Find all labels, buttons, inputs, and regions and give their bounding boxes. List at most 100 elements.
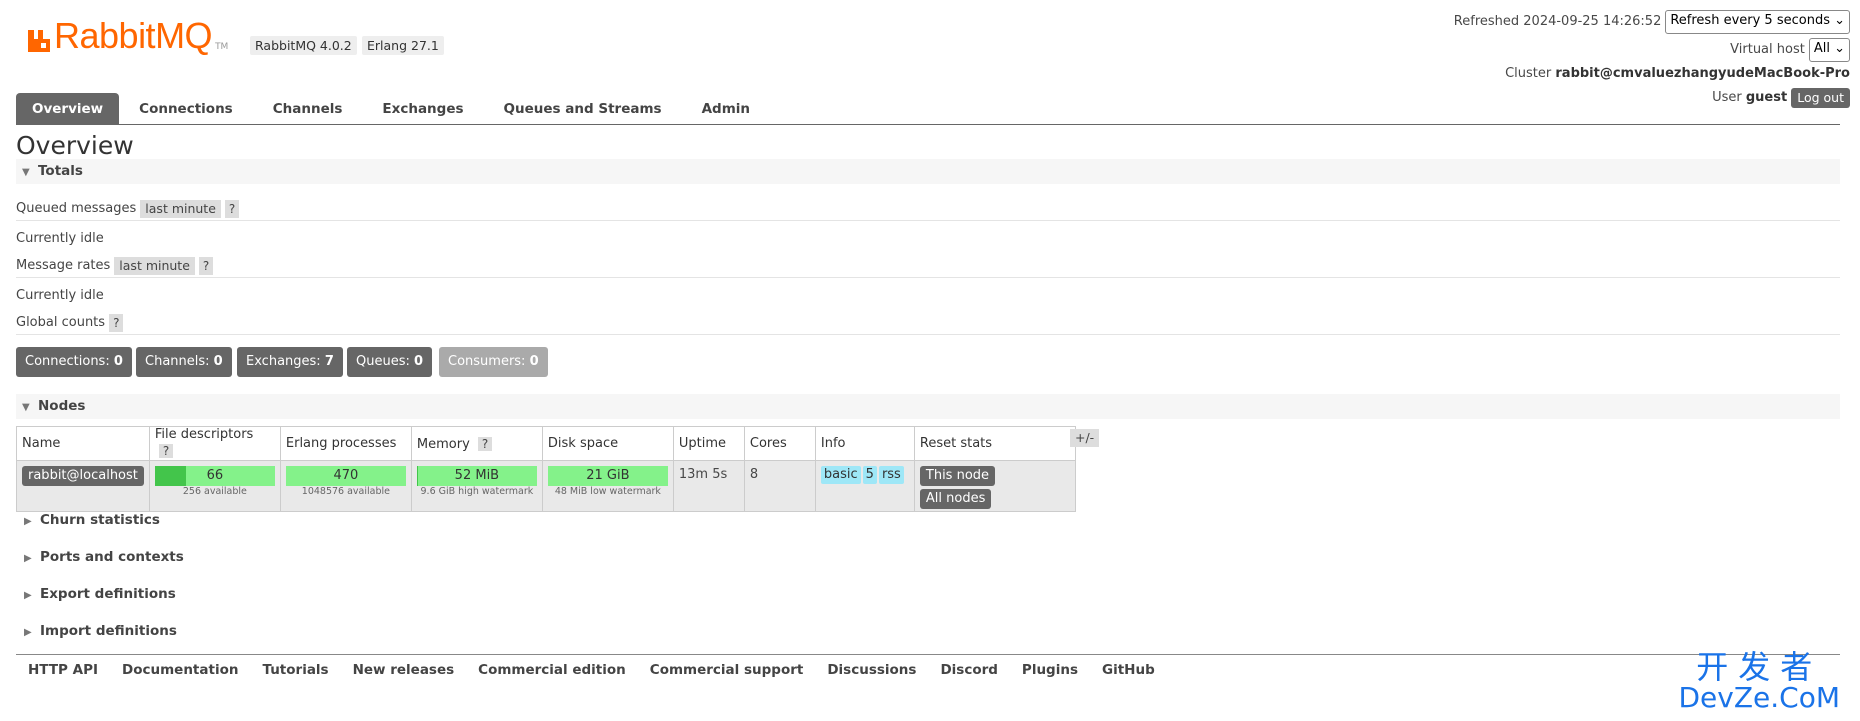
refreshed-timestamp: Refreshed 2024-09-25 14:26:52 xyxy=(1453,14,1662,29)
footer-link-http-api[interactable]: HTTP API xyxy=(28,662,98,678)
rabbit-logo-icon xyxy=(26,28,52,54)
channels-count-button[interactable]: Channels: 0 xyxy=(136,347,232,377)
fd-help-button[interactable]: ? xyxy=(158,444,174,458)
divider xyxy=(16,334,1840,335)
footer-link-new-releases[interactable]: New releases xyxy=(353,662,455,678)
ports-and-contexts-section[interactable]: ▶ Ports and contexts xyxy=(16,547,184,567)
footer-links: HTTP API Documentation Tutorials New rel… xyxy=(28,662,1179,678)
consumers-count-button[interactable]: Consumers: 0 xyxy=(439,347,548,377)
erlang-version-badge: Erlang 27.1 xyxy=(362,36,444,55)
divider xyxy=(16,220,1840,221)
footer-link-tutorials[interactable]: Tutorials xyxy=(262,662,328,678)
col-name: Name xyxy=(16,426,150,461)
tab-exchanges[interactable]: Exchanges xyxy=(362,93,483,124)
tab-connections[interactable]: Connections xyxy=(119,93,253,124)
footer-divider xyxy=(16,654,1840,655)
global-counts-label: Global counts xyxy=(16,315,106,330)
page-title: Overview xyxy=(16,131,134,160)
cell-reset-stats: This node All nodes xyxy=(913,460,1076,512)
connections-count-button[interactable]: Connections: 0 xyxy=(16,347,132,377)
expanded-triangle-icon: ▼ xyxy=(22,402,30,413)
cell-uptime: 13m 5s xyxy=(672,460,745,512)
col-erlang-processes: Erlang processes xyxy=(279,426,412,461)
trademark: TM xyxy=(215,42,229,52)
rabbitmq-version-badge: RabbitMQ 4.0.2 xyxy=(250,36,357,55)
queued-messages-row: Queued messages last minute ? xyxy=(16,199,240,219)
queued-messages-label: Queued messages xyxy=(16,201,137,216)
import-definitions-section[interactable]: ▶ Import definitions xyxy=(16,621,177,641)
col-file-descriptors: File descriptors ? xyxy=(148,426,281,461)
virtual-host-select[interactable]: All ⌄ xyxy=(1808,38,1850,62)
col-disk-space: Disk space xyxy=(541,426,674,461)
queued-range-selector[interactable]: last minute xyxy=(140,200,221,218)
footer-link-github[interactable]: GitHub xyxy=(1102,662,1155,678)
fd-usage-bar: 66 xyxy=(154,466,275,486)
node-name-link[interactable]: rabbit@localhost xyxy=(22,466,144,486)
message-rates-label: Message rates xyxy=(16,258,111,273)
exchanges-count-button[interactable]: Exchanges: 7 xyxy=(237,347,343,377)
col-reset-stats: Reset stats xyxy=(913,426,1076,461)
cell-info: basic 5 rss xyxy=(814,460,915,512)
collapsed-triangle-icon: ▶ xyxy=(24,627,32,638)
rates-help-button[interactable]: ? xyxy=(198,257,214,275)
tab-queues-and-streams[interactable]: Queues and Streams xyxy=(484,93,682,124)
expanded-triangle-icon: ▼ xyxy=(22,167,30,178)
top-right-info: Refreshed 2024-09-25 14:26:52 Refresh ev… xyxy=(1150,10,1850,110)
tab-overview[interactable]: Overview xyxy=(16,93,120,124)
divider xyxy=(16,277,1840,278)
memory-usage-bar: 52 MiB xyxy=(416,466,537,486)
table-row: rabbit@localhost 66 256 available 470 10… xyxy=(16,460,1076,512)
nodes-section-header[interactable]: ▼ Nodes xyxy=(16,394,1840,419)
global-help-button[interactable]: ? xyxy=(109,314,124,332)
queued-idle-text: Currently idle xyxy=(16,231,104,246)
disk-space-bar: 21 GiB xyxy=(547,466,668,486)
totals-section-header[interactable]: ▼ Totals xyxy=(16,159,1840,184)
rabbitmq-logo[interactable]: RabbitMQ TM xyxy=(26,18,228,54)
refresh-interval-select[interactable]: Refresh every 5 seconds ⌄ xyxy=(1665,10,1850,34)
footer-link-plugins[interactable]: Plugins xyxy=(1022,662,1078,678)
cell-memory: 52 MiB 9.6 GiB high watermark xyxy=(410,460,543,512)
user-name: guest xyxy=(1745,90,1788,105)
footer-link-commercial-edition[interactable]: Commercial edition xyxy=(478,662,626,678)
rates-idle-text: Currently idle xyxy=(16,288,104,303)
info-tag-rss[interactable]: rss xyxy=(878,466,904,484)
logo-wordmark: RabbitMQ xyxy=(54,15,213,56)
footer-link-documentation[interactable]: Documentation xyxy=(122,662,238,678)
collapsed-triangle-icon: ▶ xyxy=(24,590,32,601)
col-info: Info xyxy=(814,426,915,461)
disk-watermark: 48 MiB low watermark xyxy=(554,486,661,497)
footer-link-commercial-support[interactable]: Commercial support xyxy=(650,662,804,678)
cell-disk-space: 21 GiB 48 MiB low watermark xyxy=(541,460,674,512)
col-cores: Cores xyxy=(743,426,816,461)
tab-channels[interactable]: Channels xyxy=(253,93,363,124)
collapsed-triangle-icon: ▶ xyxy=(24,553,32,564)
table-header-row: Name File descriptors ? Erlang processes… xyxy=(16,426,1076,461)
queues-count-button[interactable]: Queues: 0 xyxy=(347,347,433,377)
watermark-cn: 开发者 xyxy=(1696,648,1823,686)
memory-help-button[interactable]: ? xyxy=(477,436,493,451)
collapsed-triangle-icon: ▶ xyxy=(24,516,32,527)
global-counts-row: Global counts ? xyxy=(16,313,124,333)
footer-link-discussions[interactable]: Discussions xyxy=(827,662,916,678)
queued-help-button[interactable]: ? xyxy=(224,200,240,218)
footer-link-discord[interactable]: Discord xyxy=(940,662,997,678)
col-uptime: Uptime xyxy=(672,426,745,461)
toggle-columns-button[interactable]: +/- xyxy=(1070,429,1100,447)
message-rates-row: Message rates last minute ? xyxy=(16,256,214,276)
tab-admin[interactable]: Admin xyxy=(682,93,770,124)
logout-button[interactable]: Log out xyxy=(1791,88,1850,108)
info-tag-count[interactable]: 5 xyxy=(862,466,877,484)
memory-watermark: 9.6 GiB high watermark xyxy=(420,486,534,497)
reset-this-node-button[interactable]: This node xyxy=(919,466,996,486)
nodes-table: Name File descriptors ? Erlang processes… xyxy=(16,426,1076,512)
tab-divider xyxy=(16,124,1840,125)
cluster-label: Cluster xyxy=(1505,66,1552,81)
reset-all-nodes-button[interactable]: All nodes xyxy=(919,489,992,509)
churn-statistics-section[interactable]: ▶ Churn statistics xyxy=(16,510,160,530)
watermark-en: DevZe.CoM xyxy=(1678,681,1840,714)
col-memory: Memory ? xyxy=(410,426,543,461)
info-tag-basic[interactable]: basic xyxy=(820,466,861,484)
export-definitions-section[interactable]: ▶ Export definitions xyxy=(16,584,176,604)
rates-range-selector[interactable]: last minute xyxy=(114,257,195,275)
erlang-processes-bar: 470 xyxy=(285,466,406,486)
